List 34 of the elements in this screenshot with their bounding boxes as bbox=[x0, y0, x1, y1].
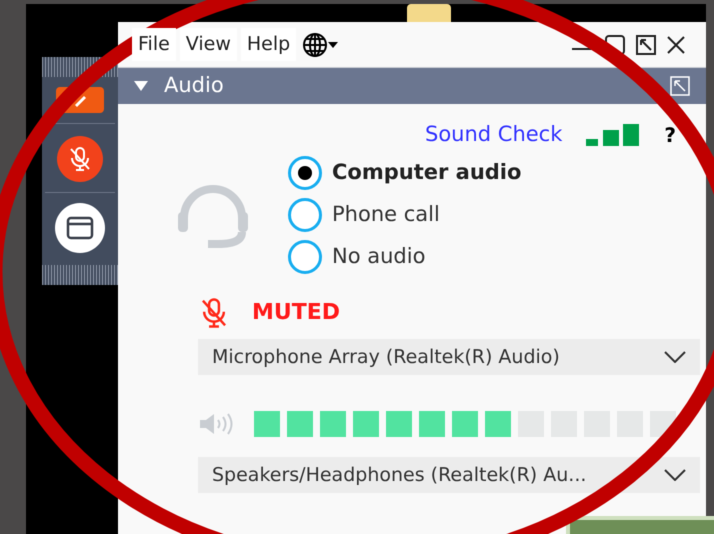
maximize-icon bbox=[604, 34, 626, 56]
mute-status: MUTED bbox=[252, 299, 340, 327]
minimize-icon bbox=[572, 48, 594, 50]
popout-icon bbox=[636, 34, 656, 54]
menu-item[interactable]: View bbox=[180, 28, 237, 61]
radio-button[interactable] bbox=[288, 240, 322, 274]
globe-icon bbox=[302, 32, 328, 58]
close-icon bbox=[666, 34, 686, 54]
signal-strength-icon bbox=[586, 124, 640, 146]
sound-check-link[interactable]: Sound Check bbox=[424, 119, 562, 151]
menu-item[interactable]: Help bbox=[240, 28, 296, 61]
mute-button[interactable] bbox=[57, 136, 103, 182]
speaker-dropdown[interactable]: Speakers/Headphones (Realtek(R) Au... bbox=[198, 457, 700, 493]
menu-item[interactable]: File bbox=[132, 28, 176, 61]
help-mark[interactable]: ? bbox=[664, 120, 676, 150]
language-menu[interactable] bbox=[302, 32, 338, 58]
window-icon bbox=[66, 216, 94, 240]
speaker-icon bbox=[198, 412, 234, 436]
microphone-dropdown[interactable]: Microphone Array (Realtek(R) Audio) bbox=[198, 339, 700, 375]
audio-option[interactable]: Phone call bbox=[288, 198, 522, 232]
audio-option[interactable]: No audio bbox=[288, 240, 522, 274]
window-button[interactable] bbox=[55, 203, 105, 253]
caret-icon bbox=[328, 42, 338, 48]
radio-button[interactable] bbox=[288, 198, 322, 232]
panel-title: Audio bbox=[164, 72, 224, 100]
grip-strip[interactable] bbox=[42, 57, 118, 77]
muted-microphone-icon bbox=[68, 146, 92, 172]
popout-icon bbox=[670, 76, 690, 96]
chevron-down-icon bbox=[664, 469, 686, 481]
grip-strip[interactable] bbox=[42, 265, 118, 285]
chevron-down-icon bbox=[664, 351, 686, 363]
radio-button[interactable] bbox=[288, 156, 322, 190]
panel-header[interactable]: Audio bbox=[118, 68, 706, 104]
audio-option[interactable]: Computer audio bbox=[288, 156, 522, 190]
